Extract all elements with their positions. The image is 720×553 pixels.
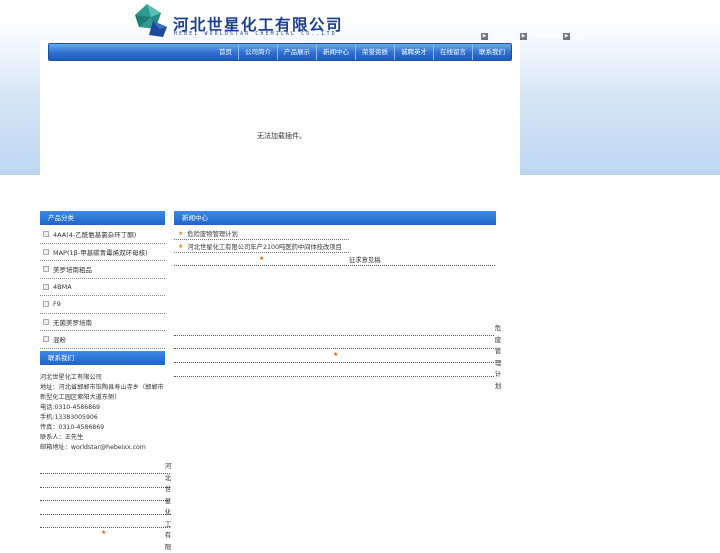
star-icon: ★ xyxy=(101,529,107,536)
contact-info: 河北世星化工有限公司 地址：河北省邯郸市馆陶县寿山寺乡（邯郸市新型化工园区紫阳大… xyxy=(40,373,168,453)
bullet-icon xyxy=(43,231,49,238)
logo-emblem-icon xyxy=(135,4,167,37)
divider xyxy=(40,514,170,515)
news-item[interactable]: ★ 河北世星化工有限公司年产2100吨医药中间体技改项目 xyxy=(174,240,349,253)
news-list: ★ 危险废物管理计划 ★ 河北世星化工有限公司年产2100吨医药中间体技改项目 xyxy=(174,227,349,253)
star-icon: ★ xyxy=(178,229,184,237)
product-list: 4AA(4-乙酰氨基氯杂环丁酮) MAP(1β-甲基碳青霉烯双环母核) 美罗培南… xyxy=(40,226,165,349)
contact-phone: 电话:0310-4586869 xyxy=(40,404,100,411)
divider xyxy=(174,335,494,336)
list-item[interactable]: 混粉 xyxy=(40,331,165,349)
arrow-right-icon: ▶ xyxy=(520,32,527,40)
vertical-company-text[interactable]: 河北世星化工有限 xyxy=(164,461,172,553)
company-logo[interactable]: 河北世星化工有限公司 HEBEI WORLDSTAR CHEMICAL CO.,… xyxy=(133,3,342,39)
news-item-extra[interactable]: 征求意见稿 xyxy=(349,255,380,264)
vertical-news-text[interactable]: 危废管理计划 xyxy=(494,323,502,392)
list-item[interactable]: 4BMA xyxy=(40,279,165,296)
bullet-icon xyxy=(43,336,49,343)
arrow-right-icon: ▶ xyxy=(481,32,488,40)
main-navbar: 首页 公司简介 产品展示 新闻中心 荣誉资质 诚聘英才 在线留言 联系我们 xyxy=(48,43,512,61)
divider xyxy=(40,473,170,474)
contact-company: 河北世星化工有限公司 xyxy=(40,374,102,381)
star-icon: ★ xyxy=(178,242,184,250)
bullet-icon xyxy=(43,301,49,308)
nav-jobs[interactable]: 诚聘英才 xyxy=(394,44,433,60)
list-item[interactable]: 美罗培南粗品 xyxy=(40,261,165,279)
nav-contact[interactable]: 联系我们 xyxy=(472,44,511,60)
bullet-icon xyxy=(43,318,49,325)
products-title: 产品分类 xyxy=(40,211,165,225)
list-item[interactable]: 4AA(4-乙酰氨基氯杂环丁酮) xyxy=(40,226,165,244)
nav-message[interactable]: 在线留言 xyxy=(433,44,472,60)
divider xyxy=(174,265,495,266)
divider xyxy=(40,487,170,488)
nav-about[interactable]: 公司简介 xyxy=(238,44,277,60)
news-item[interactable]: ★ 危险废物管理计划 xyxy=(174,227,349,240)
list-item[interactable]: 无菌美罗培南 xyxy=(40,314,165,331)
star-icon: ★ xyxy=(259,255,265,262)
news-title: 新闻中心 xyxy=(174,211,496,225)
nav-home[interactable]: 首页 xyxy=(213,44,238,60)
divider xyxy=(174,362,494,363)
plugin-message: 无法加载插件。 xyxy=(257,132,306,140)
divider xyxy=(40,527,170,528)
contact-fax: 传真：0310-4586869 xyxy=(40,424,105,431)
divider xyxy=(174,376,494,377)
contact-person: 联系人：王先生 xyxy=(40,434,84,441)
bullet-icon xyxy=(43,266,49,273)
bullet-icon xyxy=(43,283,49,290)
logo-text-en: HEBEI WORLDSTAR CHEMICAL CO.,LTD xyxy=(174,32,337,37)
list-item[interactable]: F9 xyxy=(40,296,165,314)
divider xyxy=(40,500,170,501)
nav-products[interactable]: 产品展示 xyxy=(277,44,316,60)
star-icon: ★ xyxy=(333,351,339,358)
nav-news[interactable]: 新闻中心 xyxy=(316,44,355,60)
bullet-icon xyxy=(43,248,49,255)
contact-address: 地址：河北省邯郸市馆陶县寿山寺乡（邯郸市新型化工园区紫阳大道东侧） xyxy=(40,384,164,401)
contact-mobile: 手机:13383005906 xyxy=(40,414,98,421)
english-link[interactable]: ▶ ENGLISH xyxy=(520,32,559,40)
list-item[interactable]: MAP(1β-甲基碳青霉烯双环母核) xyxy=(40,244,165,261)
arrow-right-icon: ▶ xyxy=(563,32,571,40)
divider xyxy=(174,348,494,349)
contact-title: 联系我们 xyxy=(40,351,165,365)
contact-email: 邮箱地址：worldstar@hebeixx.com xyxy=(40,444,146,451)
chinese-link[interactable]: ▶ 中文 xyxy=(563,31,585,41)
nav-honors[interactable]: 荣誉资质 xyxy=(355,44,394,60)
